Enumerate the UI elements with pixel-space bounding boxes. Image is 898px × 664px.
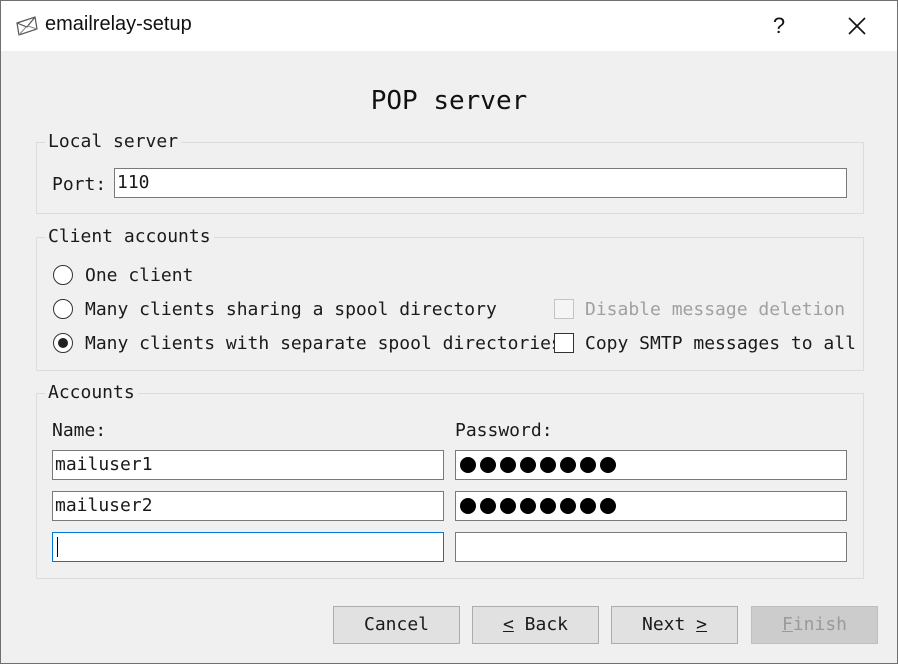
password-dot (540, 498, 556, 514)
account-password-field-2[interactable] (455, 491, 847, 521)
account-password-field-3[interactable] (455, 532, 847, 562)
radio-one-client[interactable] (53, 265, 73, 285)
password-dot (560, 457, 576, 473)
account-name-field-1[interactable]: mailuser1 (52, 450, 444, 480)
disable-deletion-label: Disable message deletion (585, 299, 846, 320)
accounts-group-title: Accounts (45, 382, 138, 403)
client-accounts-group-title: Client accounts (45, 226, 214, 247)
finish-button: Finish (751, 606, 878, 644)
radio-many-separate[interactable] (53, 333, 73, 353)
account-name-field-2[interactable]: mailuser2 (52, 491, 444, 521)
password-dot (520, 498, 536, 514)
page-title: POP server (370, 86, 528, 116)
port-label: Port: (52, 174, 107, 195)
password-dot (480, 457, 496, 473)
password-dot (460, 457, 476, 473)
next-button-label: Next (641, 614, 697, 635)
title-bar: emailrelay-setup ? (1, 1, 897, 51)
next-button[interactable]: Next > (611, 606, 738, 644)
password-dot (600, 498, 616, 514)
radio-many-shared-label[interactable]: Many clients sharing a spool directory (85, 299, 497, 320)
question-mark-icon: ? (772, 13, 786, 38)
disable-deletion-checkbox (554, 299, 574, 319)
text-caret (57, 537, 58, 557)
cancel-button[interactable]: Cancel (333, 606, 460, 644)
password-dot (600, 457, 616, 473)
password-dot (580, 498, 596, 514)
password-mask (458, 451, 844, 479)
back-button[interactable]: < Back (472, 606, 599, 644)
setup-window: emailrelay-setup ? POP server Local serv… (0, 0, 898, 664)
radio-many-separate-label[interactable]: Many clients with separate spool directo… (85, 333, 562, 354)
finish-button-label: inish (792, 614, 848, 635)
password-column-header: Password: (455, 420, 553, 441)
password-dot (500, 498, 516, 514)
password-dot (560, 498, 576, 514)
radio-many-shared[interactable] (53, 299, 73, 319)
envelope-icon (15, 15, 39, 37)
radio-one-client-label[interactable]: One client (85, 265, 193, 286)
account-name-field-3[interactable] (52, 532, 444, 562)
password-mask (458, 533, 844, 561)
password-dot (520, 457, 536, 473)
password-dot (460, 498, 476, 514)
back-button-label: Back (513, 614, 569, 635)
password-dot (500, 457, 516, 473)
password-dot (540, 457, 556, 473)
port-field[interactable]: 110 (114, 168, 847, 198)
password-dot (580, 457, 596, 473)
back-mnemonic: < (502, 614, 514, 635)
close-button[interactable] (827, 1, 887, 51)
password-mask (458, 492, 844, 520)
name-column-header: Name: (52, 420, 107, 441)
account-password-field-1[interactable] (455, 450, 847, 480)
window-title: emailrelay-setup (45, 13, 192, 35)
close-icon (848, 17, 866, 35)
password-dot (480, 498, 496, 514)
local-server-group-title: Local server (45, 131, 182, 152)
next-mnemonic: > (696, 614, 708, 635)
help-button[interactable]: ? (749, 1, 809, 51)
copy-smtp-label[interactable]: Copy SMTP messages to all (585, 333, 856, 354)
cancel-button-label: Cancel (363, 614, 430, 635)
copy-smtp-checkbox[interactable] (554, 333, 574, 353)
finish-mnemonic: F (781, 614, 793, 635)
